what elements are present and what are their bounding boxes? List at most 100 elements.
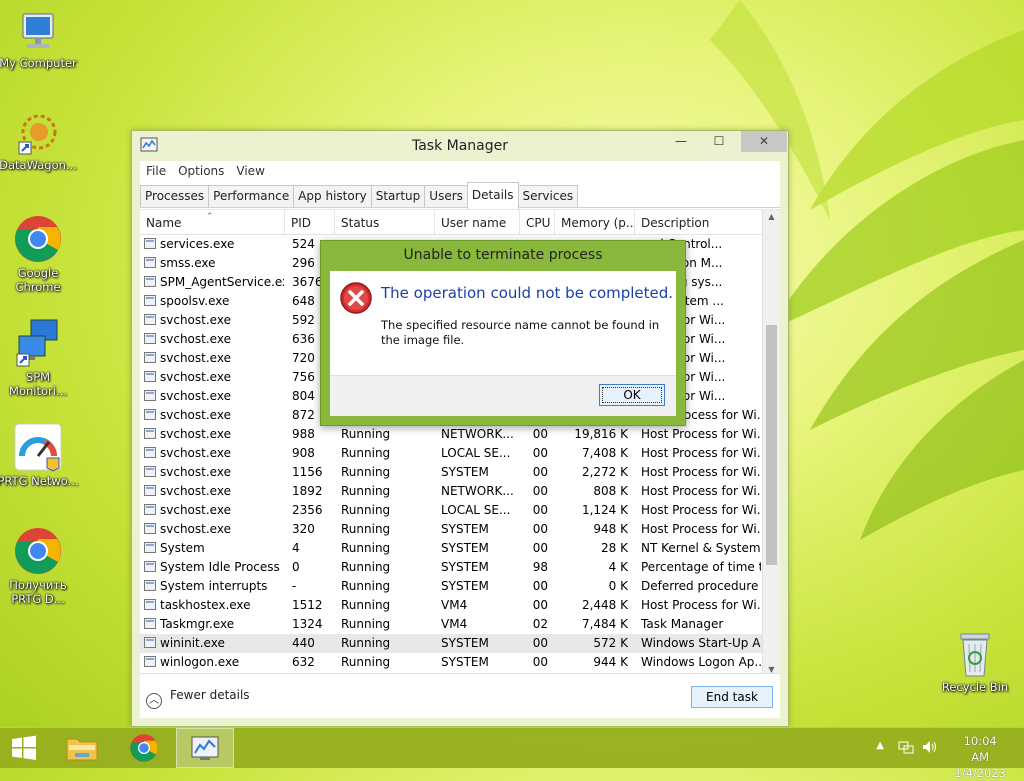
cell-pid: 1892 bbox=[292, 484, 323, 498]
tab-performance[interactable]: Performance bbox=[208, 185, 295, 207]
cell-status: Running bbox=[341, 579, 391, 593]
tab-bar: Processes Performance App history Startu… bbox=[140, 182, 780, 209]
scroll-up-icon[interactable]: ▲ bbox=[763, 212, 780, 221]
column-header-description[interactable]: Description bbox=[635, 210, 765, 234]
cell-cpu: 00 bbox=[532, 655, 548, 669]
desktop-icon-my-computer[interactable]: My Computer bbox=[0, 10, 80, 70]
fewer-details-button[interactable]: ︿ Fewer details bbox=[146, 688, 250, 709]
table-row[interactable]: System Idle Process 0 Running SYSTEM 98 4 K Pe… bbox=[140, 558, 766, 577]
cell-status: Running bbox=[341, 503, 391, 517]
table-row[interactable]: svchost.exe 320 Running SYSTEM 00 948 K Host P… bbox=[140, 520, 766, 539]
ok-button[interactable]: OK bbox=[599, 384, 665, 406]
table-row[interactable]: svchost.exe 2356 Running LOCAL SE... 00 1,124… bbox=[140, 501, 766, 520]
column-header-status[interactable]: Status bbox=[335, 210, 435, 234]
chrome-icon bbox=[15, 528, 61, 574]
cell-pid: 908 bbox=[292, 446, 315, 460]
desktop-icon-label: PRTG Netwo... bbox=[0, 474, 79, 488]
menu-view[interactable]: View bbox=[230, 161, 270, 183]
menu-file[interactable]: File bbox=[140, 161, 172, 183]
column-header-pid[interactable]: PID bbox=[285, 210, 335, 234]
process-icon bbox=[144, 333, 156, 344]
prtg-gauge-icon bbox=[14, 423, 62, 472]
cell-description: Windows Start-Up A... bbox=[641, 636, 761, 650]
cell-description: Host Process for Wi... bbox=[641, 503, 761, 517]
show-hidden-icons-icon[interactable]: ▲ bbox=[876, 740, 884, 751]
menu-options[interactable]: Options bbox=[172, 161, 230, 183]
table-row[interactable]: Taskmgr.exe 1324 Running VM4 02 7,484 K Task M… bbox=[140, 615, 766, 634]
cell-cpu: 00 bbox=[532, 522, 548, 536]
column-header-cpu[interactable]: CPU bbox=[520, 210, 555, 234]
table-row[interactable]: System 4 Running SYSTEM 00 28 K NT Kernel & Sy… bbox=[140, 539, 766, 558]
network-monitor-icon bbox=[16, 319, 58, 367]
desktop-icon-prtg-network[interactable]: PRTG Netwo... bbox=[0, 422, 80, 488]
cell-user-name: NETWORK... bbox=[441, 484, 514, 498]
desktop-icon-label: SPM Monitori... bbox=[9, 370, 67, 398]
cell-cpu: 00 bbox=[532, 465, 548, 479]
minimize-button[interactable]: — bbox=[666, 131, 696, 152]
table-row[interactable]: taskhostex.exe 1512 Running VM4 00 2,448 K Hos… bbox=[140, 596, 766, 615]
tab-startup[interactable]: Startup bbox=[370, 185, 426, 207]
table-row[interactable]: svchost.exe 988 Running NETWORK... 00 19,816 … bbox=[140, 425, 766, 444]
table-row[interactable]: svchost.exe 1892 Running NETWORK... 00 808 K H… bbox=[140, 482, 766, 501]
chrome-icon bbox=[15, 216, 61, 262]
cell-name: winlogon.exe bbox=[144, 653, 284, 672]
start-button[interactable] bbox=[6, 728, 42, 768]
desktop-icon-google-chrome[interactable]: Google Chrome bbox=[0, 214, 80, 294]
scrollbar-thumb[interactable] bbox=[766, 325, 777, 565]
column-header-memory[interactable]: Memory (p... bbox=[555, 210, 635, 234]
tab-app-history[interactable]: App history bbox=[293, 185, 372, 207]
desktop-icon-datawagon[interactable]: DataWagon... bbox=[0, 110, 80, 172]
desktop-icon-recycle-bin[interactable]: Recycle Bin bbox=[933, 630, 1017, 694]
cell-pid: 2356 bbox=[292, 503, 323, 517]
cell-cpu: 00 bbox=[532, 427, 548, 441]
cell-pid: 1512 bbox=[292, 598, 323, 612]
taskbar-task-manager[interactable] bbox=[176, 728, 234, 768]
desktop-icon-get-prtg[interactable]: Получить PRTG D... bbox=[0, 526, 80, 606]
tab-users[interactable]: Users bbox=[424, 185, 468, 207]
clock[interactable]: 10:04 AM 1/4/2023 bbox=[954, 733, 1006, 781]
cell-name: svchost.exe bbox=[144, 368, 284, 387]
cell-user-name: SYSTEM bbox=[441, 465, 489, 479]
table-row[interactable]: winlogon.exe 632 Running SYSTEM 00 944 K Windo… bbox=[140, 653, 766, 672]
maximize-icon: ☐ bbox=[713, 134, 725, 148]
title-bar[interactable]: Task Manager — ☐ ✕ bbox=[132, 131, 788, 161]
cell-cpu: 00 bbox=[532, 636, 548, 650]
column-header-name[interactable]: ⌃ Name bbox=[140, 210, 285, 234]
cell-pid: - bbox=[292, 579, 297, 593]
table-row[interactable]: svchost.exe 1156 Running SYSTEM 00 2,272 K Hos… bbox=[140, 463, 766, 482]
process-icon bbox=[144, 409, 156, 420]
tab-processes[interactable]: Processes bbox=[140, 185, 210, 207]
tab-services[interactable]: Services bbox=[517, 185, 579, 207]
cell-memory: 0 K bbox=[608, 579, 628, 593]
desktop-icon-spm-monitoring[interactable]: SPM Monitori... bbox=[0, 318, 80, 398]
volume-icon[interactable] bbox=[922, 740, 938, 754]
cell-memory: 944 K bbox=[593, 655, 628, 669]
end-task-button[interactable]: End task bbox=[691, 686, 773, 708]
table-row[interactable]: wininit.exe 440 Running SYSTEM 00 572 K Window… bbox=[140, 634, 766, 653]
taskbar-google-chrome[interactable] bbox=[120, 728, 168, 768]
table-row[interactable]: svchost.exe 908 Running LOCAL SE... 00 7,408 … bbox=[140, 444, 766, 463]
cell-status: Running bbox=[341, 465, 391, 479]
cell-cpu: 02 bbox=[532, 617, 548, 631]
cell-status: Running bbox=[341, 541, 391, 555]
minimize-icon: — bbox=[675, 134, 687, 148]
cell-memory: 572 K bbox=[593, 636, 628, 650]
cell-user-name: NETWORK... bbox=[441, 427, 514, 441]
process-icon bbox=[144, 314, 156, 325]
vertical-scrollbar[interactable]: ▲ ▼ bbox=[762, 210, 780, 676]
process-icon bbox=[144, 447, 156, 458]
process-icon bbox=[144, 504, 156, 515]
cell-description: NT Kernel & System bbox=[641, 541, 761, 555]
process-icon bbox=[144, 352, 156, 363]
tab-details[interactable]: Details bbox=[466, 182, 519, 209]
maximize-button[interactable]: ☐ bbox=[704, 131, 734, 152]
table-row[interactable]: System interrupts - Running SYSTEM 00 0 K Defe… bbox=[140, 577, 766, 596]
cell-pid: 988 bbox=[292, 427, 315, 441]
close-button[interactable]: ✕ bbox=[741, 131, 787, 152]
dialog-content-text: The specified resource name cannot be fo… bbox=[381, 318, 660, 347]
cell-cpu: 98 bbox=[532, 560, 548, 574]
column-header-user-name[interactable]: User name bbox=[435, 210, 520, 234]
cell-description: Host Process for Wi... bbox=[641, 446, 761, 460]
taskbar-file-explorer[interactable] bbox=[58, 728, 106, 768]
network-icon[interactable] bbox=[898, 740, 914, 754]
